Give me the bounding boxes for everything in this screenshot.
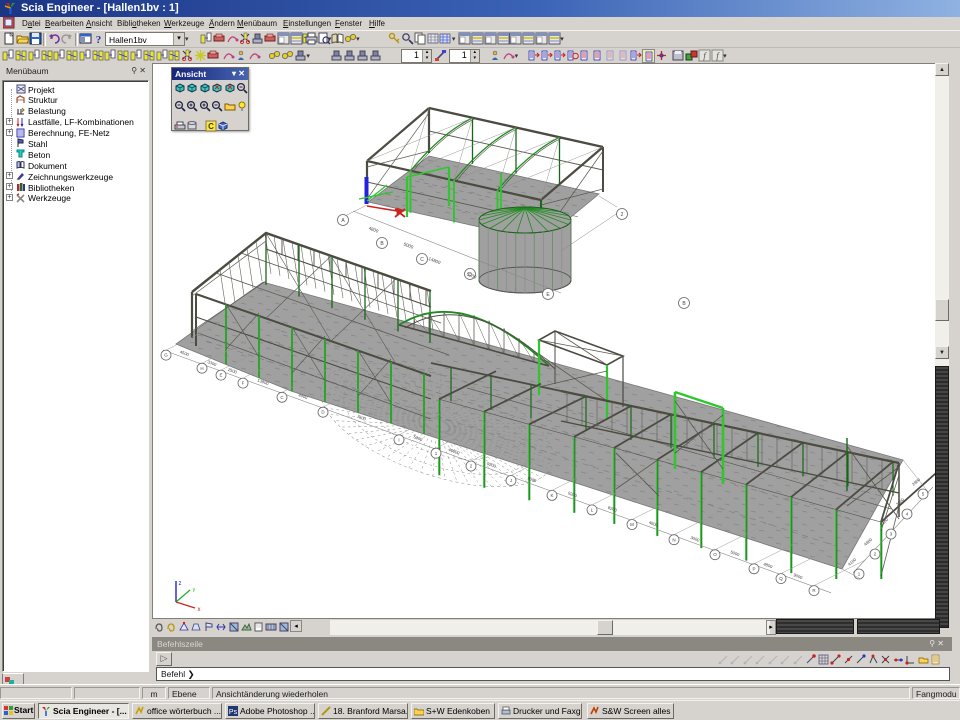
svg-text:14800: 14800 <box>428 256 442 265</box>
svg-text:5000: 5000 <box>403 241 415 249</box>
svg-text:3000: 3000 <box>690 535 701 543</box>
svg-text:4800: 4800 <box>863 537 874 547</box>
svg-text:J: J <box>510 478 512 483</box>
svg-text:C: C <box>208 122 214 131</box>
svg-text:5000: 5000 <box>413 434 424 442</box>
svg-text:5000: 5000 <box>730 549 741 557</box>
svg-text:H: H <box>200 366 203 371</box>
svg-text:N: N <box>672 537 675 542</box>
svg-text:K: K <box>550 493 553 498</box>
svg-text:I: I <box>398 437 399 442</box>
svg-text:y: y <box>193 587 196 593</box>
svg-text:C: C <box>420 257 424 263</box>
svg-text:O: O <box>713 552 717 557</box>
svg-text:?: ? <box>96 34 102 45</box>
svg-text:9200: 9200 <box>486 461 497 469</box>
svg-text:E: E <box>219 373 222 378</box>
svg-text:F: F <box>242 381 245 386</box>
svg-text:4800: 4800 <box>368 225 380 233</box>
svg-text:P: P <box>752 566 755 571</box>
svg-text:Ps: Ps <box>229 709 238 716</box>
svg-text:9000: 9000 <box>793 572 804 580</box>
svg-text:x: x <box>198 607 201 613</box>
svg-text:4500: 4500 <box>179 349 190 357</box>
svg-text:4800: 4800 <box>763 561 774 569</box>
svg-text:2: 2 <box>621 212 624 218</box>
svg-text:Q: Q <box>779 576 783 581</box>
svg-text:5100: 5100 <box>879 517 890 527</box>
svg-text:z: z <box>179 581 182 587</box>
svg-text:8200: 8200 <box>607 505 618 513</box>
svg-text:G: G <box>164 353 168 358</box>
svg-text:M: M <box>630 522 634 527</box>
